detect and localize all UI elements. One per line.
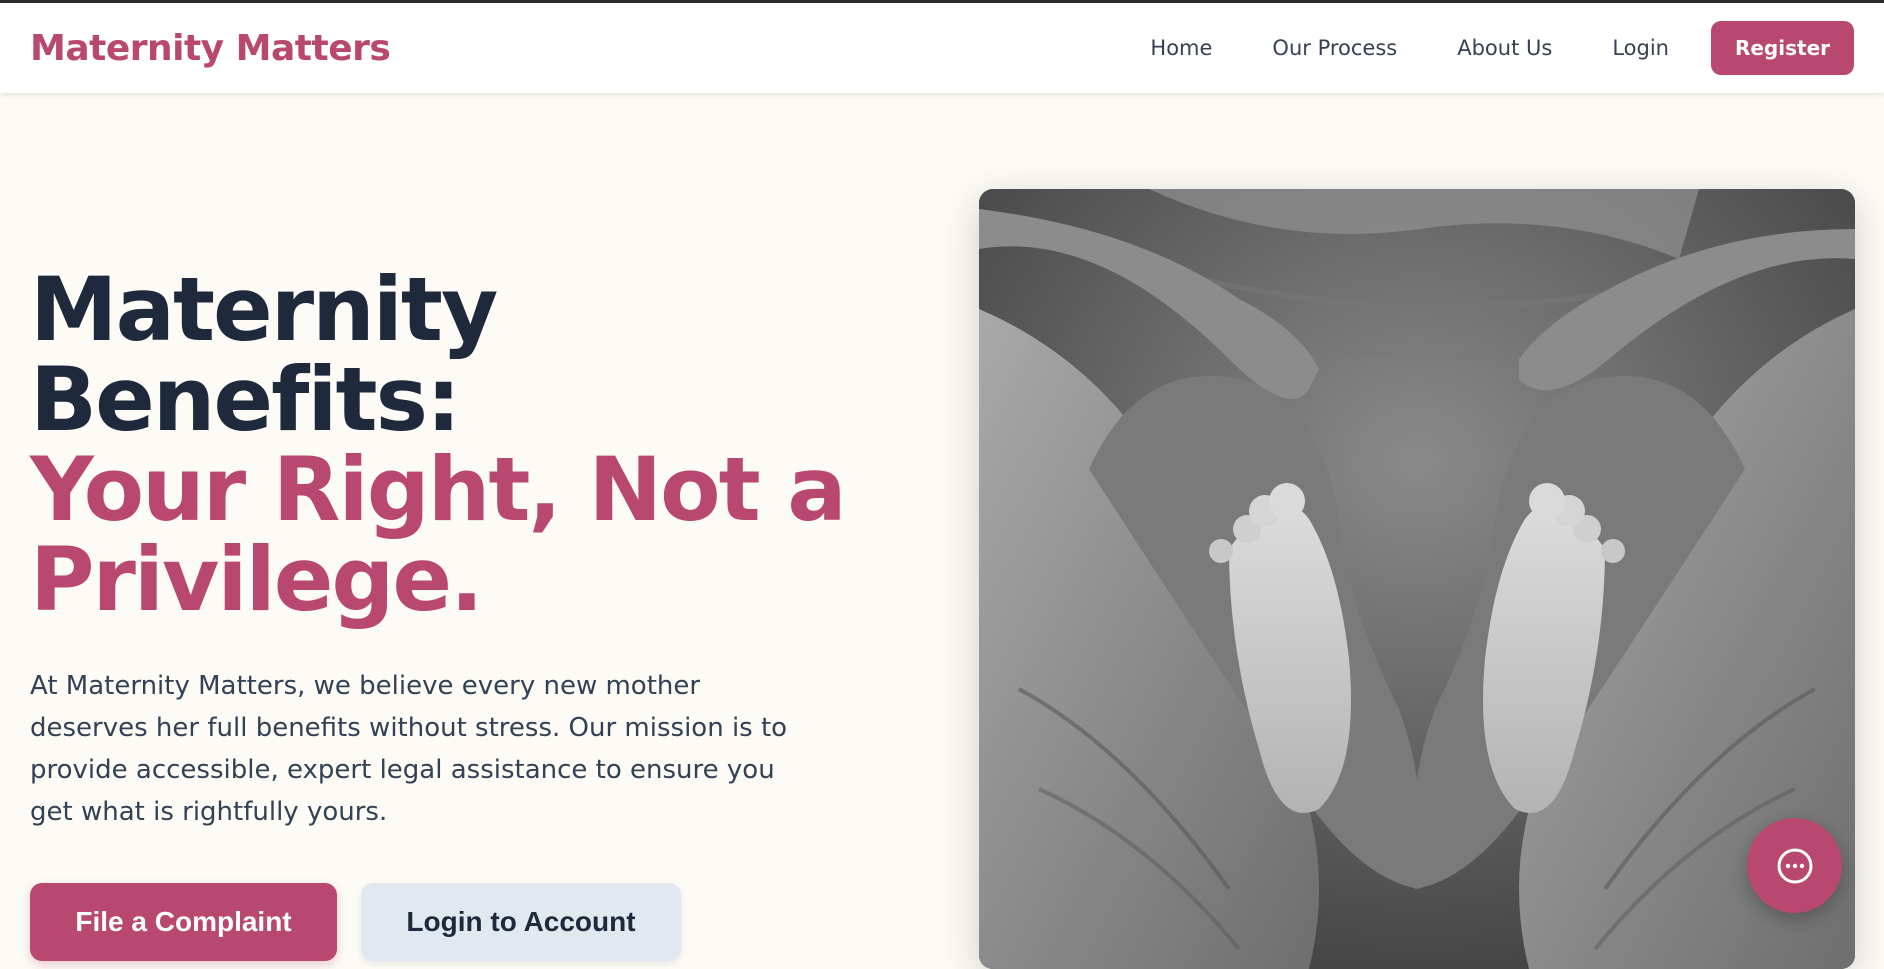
file-complaint-button[interactable]: File a Complaint bbox=[30, 883, 337, 961]
hero-headline: Maternity Benefits: Your Right, Not a Pr… bbox=[30, 265, 890, 625]
brand-logo[interactable]: Maternity Matters bbox=[30, 28, 391, 69]
hero-content: Maternity Benefits: Your Right, Not a Pr… bbox=[30, 265, 890, 961]
hands-heart-baby-feet-image bbox=[979, 189, 1855, 969]
register-button[interactable]: Register bbox=[1710, 21, 1854, 75]
hero-image bbox=[979, 189, 1855, 969]
nav-login[interactable]: Login bbox=[1612, 36, 1669, 60]
headline-line-1: Maternity bbox=[30, 258, 498, 361]
chat-button[interactable] bbox=[1747, 818, 1842, 913]
hero-description: At Maternity Matters, we believe every n… bbox=[30, 671, 788, 827]
headline-accent-line-2: Privilege. bbox=[30, 528, 484, 631]
login-to-account-button[interactable]: Login to Account bbox=[361, 883, 681, 961]
main-nav: Home Our Process About Us Login Register bbox=[1150, 21, 1854, 75]
nav-about-us[interactable]: About Us bbox=[1457, 36, 1552, 60]
hero-cta-group: File a Complaint Login to Account bbox=[30, 883, 890, 961]
headline-accent-line-1: Your Right, Not a bbox=[30, 438, 847, 541]
nav-our-process[interactable]: Our Process bbox=[1272, 36, 1397, 60]
nav-home[interactable]: Home bbox=[1150, 36, 1212, 60]
chat-bubble-icon bbox=[1777, 848, 1812, 883]
navbar: Maternity Matters Home Our Process About… bbox=[0, 3, 1884, 93]
headline-line-2: Benefits: bbox=[30, 348, 461, 451]
